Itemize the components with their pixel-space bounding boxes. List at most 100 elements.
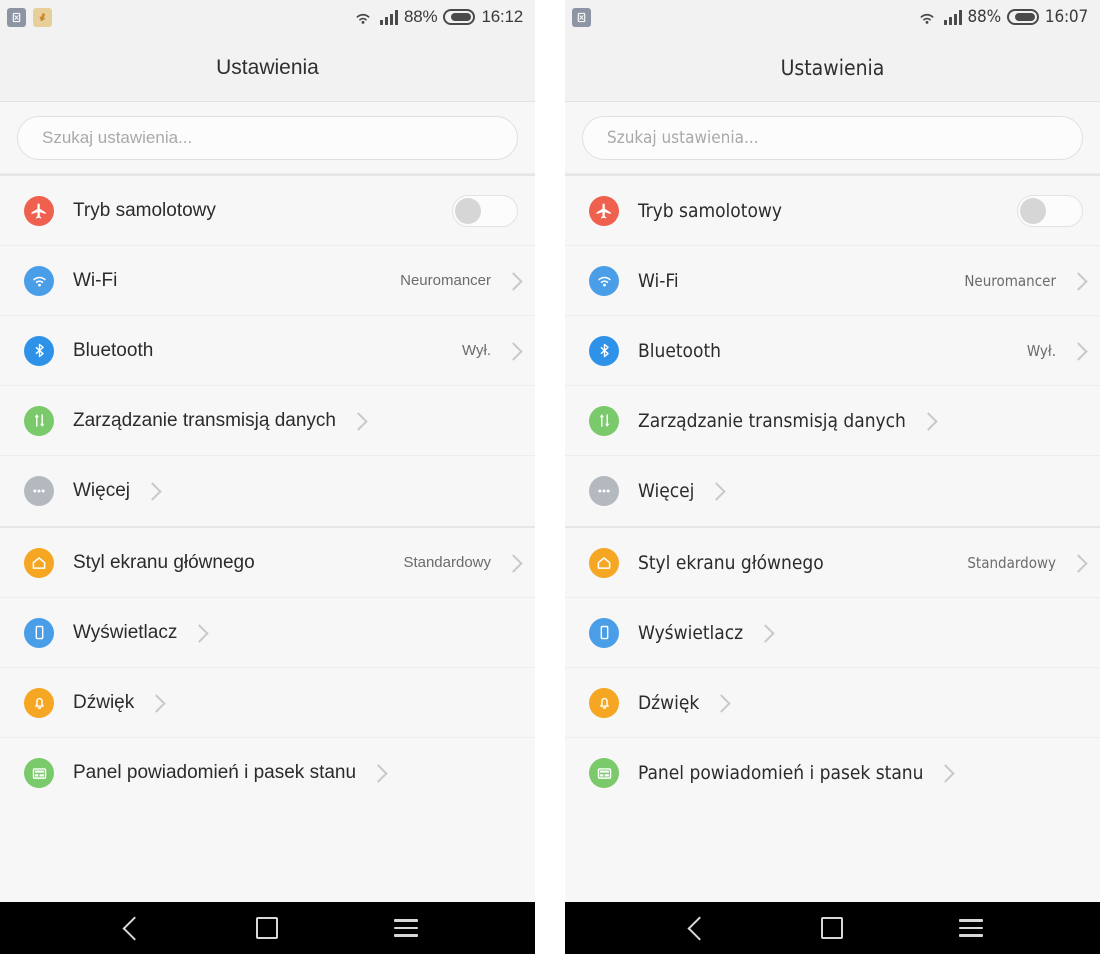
battery-icon — [443, 9, 476, 25]
settings-row-label: Styl ekranu głównego — [73, 551, 255, 573]
battery-percent-label: 88% — [404, 7, 438, 26]
chevron-right-icon — [146, 482, 157, 500]
signal-bars-icon — [943, 9, 962, 25]
settings-row[interactable]: Wi-Fi Neuromancer — [0, 246, 535, 316]
chevron-right-icon — [715, 694, 726, 712]
settings-row[interactable]: Panel powiadomień i pasek stanu — [565, 738, 1100, 808]
settings-row[interactable]: Styl ekranu głównego Standardowy — [565, 528, 1100, 598]
nav-back-button[interactable] — [664, 902, 724, 954]
settings-row-label: Więcej — [638, 480, 695, 502]
settings-group-1: Styl ekranu głównego Standardowy Wyświetla… — [565, 528, 1100, 808]
comparison-stage: 88% 16:12 Ustawienia Szukaj ustawienia... Tr… — [0, 0, 1100, 954]
back-icon — [687, 915, 702, 941]
settings-row[interactable]: Tryb samolotowy — [565, 176, 1100, 246]
display-icon — [589, 617, 619, 648]
page-title: Ustawienia — [216, 55, 319, 79]
notification-panel-icon — [589, 758, 619, 788]
wifi-icon — [24, 265, 54, 296]
search-zone: Szukaj ustawienia... — [0, 102, 535, 174]
data-transfer-icon — [24, 405, 54, 436]
document-notification-icon — [572, 7, 591, 27]
settings-row-label: Wyświetlacz — [73, 621, 178, 643]
settings-row[interactable]: Wyświetlacz — [565, 598, 1100, 668]
chevron-right-icon — [922, 412, 933, 430]
settings-row-value: Wył. — [1026, 341, 1056, 360]
more-dots-icon — [589, 476, 619, 506]
menu-icon — [393, 919, 418, 937]
battery-percent-label: 88% — [967, 7, 1002, 27]
settings-row-label: Panel powiadomień i pasek stanu — [73, 762, 357, 783]
chevron-right-icon — [193, 624, 204, 642]
chevron-right-icon — [372, 764, 383, 782]
chevron-right-icon — [939, 764, 950, 782]
settings-row[interactable]: Zarządzanie transmisją danych — [0, 386, 535, 456]
chevron-right-icon — [1072, 554, 1083, 572]
download-notification-icon — [33, 7, 52, 27]
status-bar-notifications — [7, 7, 52, 27]
home-square-icon — [256, 917, 279, 939]
search-zone: Szukaj ustawienia... — [565, 102, 1100, 174]
nav-menu-button[interactable] — [941, 902, 1001, 954]
nav-back-button[interactable] — [99, 902, 159, 954]
wifi-icon — [352, 9, 374, 26]
search-placeholder: Szukaj ustawienia... — [42, 127, 193, 147]
settings-row-label: Tryb samolotowy — [638, 199, 783, 222]
bell-icon — [589, 687, 619, 718]
display-icon — [24, 617, 54, 648]
status-bar-indicators: 88% 16:12 — [352, 7, 523, 27]
bluetooth-icon — [589, 335, 619, 366]
menu-icon — [958, 919, 983, 937]
navigation-bar — [565, 902, 1100, 954]
settings-row[interactable]: Wi-Fi Neuromancer — [565, 246, 1100, 316]
settings-row[interactable]: Więcej — [0, 456, 535, 526]
settings-row-value: Wył. — [461, 342, 491, 359]
device-panel-left: 88% 16:12 Ustawienia Szukaj ustawienia... Tr… — [0, 0, 535, 954]
chevron-right-icon — [352, 412, 363, 430]
settings-row[interactable]: Dźwięk — [565, 668, 1100, 738]
settings-scroll-area: Tryb samolotowy Wi-Fi Neuromancer Bluetooth… — [0, 174, 535, 954]
signal-bars-icon — [380, 9, 399, 25]
chevron-right-icon — [150, 694, 161, 712]
settings-row[interactable]: Więcej — [565, 456, 1100, 526]
airplane-mode-toggle[interactable] — [1017, 194, 1083, 227]
back-icon — [122, 915, 137, 941]
airplane-mode-toggle[interactable] — [452, 194, 518, 227]
search-input[interactable]: Szukaj ustawienia... — [582, 115, 1083, 160]
settings-row[interactable]: Wyświetlacz — [0, 598, 535, 668]
settings-row[interactable]: Bluetooth Wył. — [0, 316, 535, 386]
settings-row-value: Neuromancer — [400, 272, 491, 289]
search-input[interactable]: Szukaj ustawienia... — [17, 115, 518, 160]
nav-home-button[interactable] — [237, 902, 297, 954]
clock-label: 16:12 — [481, 7, 523, 26]
document-notification-icon — [7, 7, 26, 27]
settings-row[interactable]: Dźwięk — [0, 668, 535, 738]
airplane-icon — [589, 195, 619, 226]
chevron-right-icon — [1072, 272, 1083, 290]
settings-row[interactable]: Zarządzanie transmisją danych — [565, 386, 1100, 456]
settings-row-label: Bluetooth — [638, 339, 721, 362]
settings-row[interactable]: Bluetooth Wył. — [565, 316, 1100, 386]
more-dots-icon — [24, 476, 54, 506]
chevron-right-icon — [507, 272, 518, 290]
settings-row-label: Wi-Fi — [73, 269, 118, 291]
clock-label: 16:07 — [1044, 7, 1088, 27]
chevron-right-icon — [759, 624, 770, 642]
chevron-right-icon — [507, 554, 518, 572]
home-icon — [589, 547, 619, 578]
data-transfer-icon — [589, 405, 619, 436]
settings-row-label: Zarządzanie transmisją danych — [638, 409, 906, 432]
settings-row-label: Zarządzanie transmisją danych — [73, 409, 336, 431]
settings-row[interactable]: Panel powiadomień i pasek stanu — [0, 738, 535, 808]
nav-menu-button[interactable] — [376, 902, 436, 954]
status-bar: 88% 16:07 — [565, 0, 1100, 34]
settings-row-label: Wyświetlacz — [638, 621, 744, 644]
title-bar: Ustawienia — [565, 34, 1100, 102]
settings-row[interactable]: Styl ekranu głównego Standardowy — [0, 528, 535, 598]
settings-scroll-area: Tryb samolotowy Wi-Fi Neuromancer Bluetooth… — [565, 174, 1100, 954]
settings-group-0: Tryb samolotowy Wi-Fi Neuromancer Bluetooth… — [0, 176, 535, 526]
nav-home-button[interactable] — [802, 902, 862, 954]
home-square-icon — [821, 917, 844, 939]
settings-row[interactable]: Tryb samolotowy — [0, 176, 535, 246]
settings-row-value: Neuromancer — [964, 271, 1056, 290]
settings-row-value: Standardowy — [967, 553, 1056, 572]
